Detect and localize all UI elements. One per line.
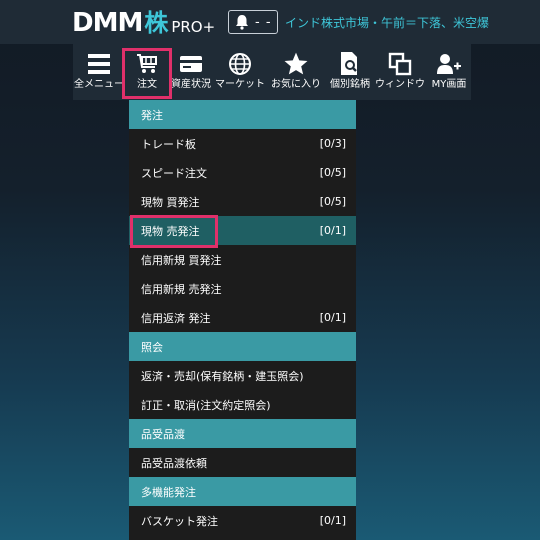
- menu-item-label: 訂正・取消(注文約定照会): [141, 398, 271, 412]
- logo-main: DMM: [72, 8, 143, 38]
- notification-count: - -: [255, 14, 272, 30]
- menu-item-label: トレード板: [141, 137, 196, 151]
- section-label: 品受品渡: [141, 427, 185, 441]
- notification-button[interactable]: - -: [228, 10, 278, 34]
- highlight-annotation-box: [130, 215, 218, 248]
- menu-item-label: 信用新規 売発注: [141, 282, 222, 296]
- nav-label: ウィンドウ: [375, 79, 425, 90]
- menu-item-repay-sell[interactable]: 返済・売却(保有銘柄・建玉照会): [129, 361, 356, 390]
- menu-item-count: [0/3]: [319, 137, 346, 150]
- nav-favorites[interactable]: お気に入り: [269, 44, 323, 100]
- document-search-icon: [341, 52, 357, 75]
- nav-individual-stock[interactable]: 個別銘柄: [325, 44, 375, 100]
- nav-assets[interactable]: 資産状況: [169, 44, 213, 100]
- section-header-multi-order: 多機能発注: [129, 477, 356, 506]
- menu-item-count: [0/1]: [319, 224, 346, 237]
- menu-item-margin-repay[interactable]: 信用返済 発注 [0/1]: [129, 303, 356, 332]
- menu-item-label: 返済・売却(保有銘柄・建玉照会): [141, 369, 304, 383]
- menu-item-label: 現物 買発注: [141, 195, 200, 209]
- nav-all-menu[interactable]: 全メニュー: [73, 44, 125, 100]
- bell-icon: [236, 15, 248, 30]
- menu-item-label: 信用新規 買発注: [141, 253, 222, 267]
- menu-item-delivery-request[interactable]: 品受品渡依頼: [129, 448, 356, 477]
- menu-item-count: [0/5]: [319, 166, 346, 179]
- nav-label: お気に入り: [271, 79, 321, 90]
- section-header-delivery: 品受品渡: [129, 419, 356, 448]
- windows-icon: [388, 52, 412, 76]
- wallet-card-icon: [180, 56, 202, 72]
- menu-item-speed-order[interactable]: スピード注文 [0/5]: [129, 158, 356, 187]
- menu-item-margin-new-buy[interactable]: 信用新規 買発注: [129, 245, 356, 274]
- user-add-icon: [437, 54, 461, 74]
- logo-accent: 株: [144, 9, 169, 37]
- nav-label: MY画面: [431, 79, 467, 90]
- menu-item-count: [0/5]: [319, 195, 346, 208]
- hamburger-menu-icon: [88, 54, 110, 74]
- nav-label: 資産状況: [171, 79, 211, 90]
- nav-label: 個別銘柄: [330, 79, 370, 90]
- menu-item-label: 品受品渡依頼: [141, 456, 207, 470]
- section-header-inquiry: 照会: [129, 332, 356, 361]
- section-label: 照会: [141, 340, 163, 354]
- top-bar: DMM 株 PRO+ - - インド株式市場・午前＝下落、米空爆: [0, 0, 540, 44]
- menu-item-label: バスケット発注: [141, 514, 218, 528]
- dmm-logo[interactable]: DMM 株 PRO+: [72, 6, 215, 38]
- nav-window[interactable]: ウィンドウ: [375, 44, 425, 100]
- menu-item-label: 信用返済 発注: [141, 311, 211, 325]
- menu-item-count: [0/1]: [319, 514, 346, 527]
- order-dropdown-menu: 発注 トレード板 [0/3] スピード注文 [0/5] 現物 買発注 [0/5]…: [129, 100, 356, 540]
- logo-suffix: PRO+: [171, 18, 216, 36]
- nav-label: マーケット: [215, 79, 265, 90]
- menu-item-margin-new-sell[interactable]: 信用新規 売発注: [129, 274, 356, 303]
- menu-item-count: [0/1]: [319, 311, 346, 324]
- section-label: 多機能発注: [141, 485, 196, 499]
- nav-market[interactable]: マーケット: [213, 44, 267, 100]
- news-ticker[interactable]: インド株式市場・午前＝下落、米空爆: [285, 14, 489, 31]
- menu-item-label: スピード注文: [141, 166, 207, 180]
- section-label: 発注: [141, 108, 163, 122]
- menu-item-modify-cancel[interactable]: 訂正・取消(注文約定照会): [129, 390, 356, 419]
- section-header-order: 発注: [129, 100, 356, 129]
- star-icon: [284, 52, 308, 75]
- nav-label: 全メニュー: [74, 79, 124, 90]
- menu-item-spot-buy[interactable]: 現物 買発注 [0/5]: [129, 187, 356, 216]
- globe-icon: [229, 53, 251, 75]
- active-nav-indicator: [122, 48, 172, 99]
- menu-item-basket-order[interactable]: バスケット発注 [0/1]: [129, 506, 356, 535]
- nav-my-screen[interactable]: MY画面: [427, 44, 471, 100]
- menu-item-trade-board[interactable]: トレード板 [0/3]: [129, 129, 356, 158]
